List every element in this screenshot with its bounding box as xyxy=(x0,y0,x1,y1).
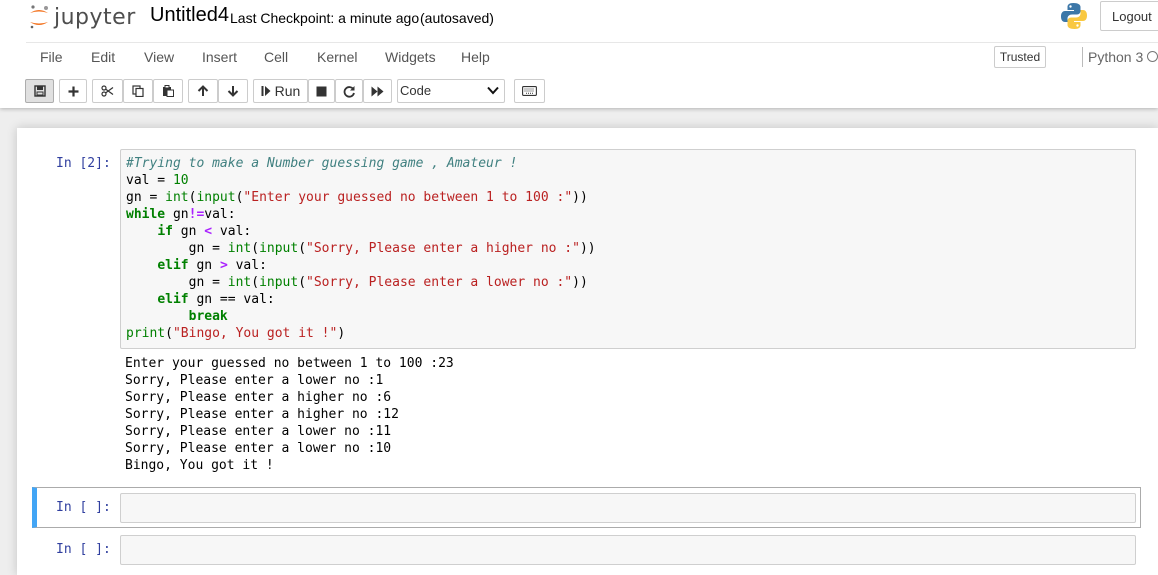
run-icon xyxy=(261,86,271,96)
code-line: break xyxy=(188,309,228,324)
run-label: Run xyxy=(274,83,301,99)
menu-help[interactable]: Help xyxy=(461,49,490,65)
menubar xyxy=(26,42,1158,73)
code-line: #Trying to make a Number guessing game ,… xyxy=(126,156,518,171)
cut-button[interactable] xyxy=(92,79,123,103)
python-icon xyxy=(1059,1,1089,36)
code-line: val = 10 xyxy=(126,173,189,188)
menu-view[interactable]: View xyxy=(144,49,174,65)
plus-icon xyxy=(68,86,78,96)
cell-type-select[interactable]: Code xyxy=(397,79,505,103)
chevron-down-icon xyxy=(487,86,499,95)
code-line: elif gn == val: xyxy=(157,292,275,307)
arrow-down-icon xyxy=(227,86,239,97)
cell-2-code-editor[interactable] xyxy=(120,493,1136,523)
kernel-name[interactable]: Python 3 xyxy=(1088,49,1143,65)
cell-3-code-editor[interactable] xyxy=(120,535,1136,565)
jupyter-logo[interactable]: jupyter xyxy=(28,2,136,32)
output-line: Sorry, Please enter a lower no :11 xyxy=(125,424,392,439)
notebook-header: jupyter Untitled4 Last Checkpoint: a min… xyxy=(0,0,1158,108)
code-line: gn = int(input("Sorry, Please enter a lo… xyxy=(126,275,588,290)
code-line: gn = int(input("Enter your guessed no be… xyxy=(126,190,588,205)
paste-icon xyxy=(163,85,174,97)
paste-button[interactable] xyxy=(153,79,183,103)
arrow-up-icon xyxy=(197,85,209,96)
restart-icon xyxy=(343,85,355,98)
menu-cell[interactable]: Cell xyxy=(264,49,288,65)
menu-kernel[interactable]: Kernel xyxy=(317,49,357,65)
output-line: Enter your guessed no between 1 to 100 :… xyxy=(125,356,454,371)
output-line: Sorry, Please enter a higher no :12 xyxy=(125,407,399,422)
kernel-idle-icon xyxy=(1147,51,1158,62)
cut-icon xyxy=(101,85,114,97)
run-button[interactable]: Run xyxy=(253,79,308,103)
autosave-status: (autosaved) xyxy=(420,10,494,26)
copy-button[interactable] xyxy=(123,79,153,103)
save-icon xyxy=(33,85,46,97)
cell-3-prompt: In [ ]: xyxy=(56,542,111,557)
trusted-indicator[interactable]: Trusted xyxy=(994,46,1046,68)
restart-button[interactable] xyxy=(335,79,363,103)
cell-1-output: Enter your guessed no between 1 to 100 :… xyxy=(125,355,454,474)
keyboard-icon xyxy=(522,86,537,96)
output-line: Sorry, Please enter a lower no :1 xyxy=(125,373,384,388)
restart-run-all-button[interactable] xyxy=(363,79,392,103)
move-up-button[interactable] xyxy=(188,79,218,103)
jupyter-wordmark: jupyter xyxy=(54,4,136,30)
cell-type-value: Code xyxy=(400,83,432,98)
interrupt-button[interactable] xyxy=(308,79,335,103)
kernel-separator xyxy=(1082,47,1083,67)
fast-forward-icon xyxy=(371,86,384,96)
copy-icon xyxy=(132,85,144,97)
menu-widgets[interactable]: Widgets xyxy=(385,49,436,65)
menu-insert[interactable]: Insert xyxy=(202,49,237,65)
cell-1-prompt: In [2]: xyxy=(56,156,111,171)
checkpoint-status: Last Checkpoint: a minute ago xyxy=(230,10,420,26)
code-line: if gn < val: xyxy=(157,224,252,239)
insert-cell-button[interactable] xyxy=(59,79,87,103)
code-line: print("Bingo, You got it !") xyxy=(126,326,346,341)
menu-edit[interactable]: Edit xyxy=(91,49,115,65)
code-line: elif gn > val: xyxy=(157,258,267,273)
cell-1-code: #Trying to make a Number guessing game ,… xyxy=(126,155,596,342)
output-line: Sorry, Please enter a higher no :6 xyxy=(125,390,392,405)
command-palette-button[interactable] xyxy=(514,79,545,103)
menu-file[interactable]: File xyxy=(40,49,63,65)
stop-icon xyxy=(316,86,327,96)
output-line: Sorry, Please enter a lower no :10 xyxy=(125,441,392,456)
code-line: gn = int(input("Sorry, Please enter a hi… xyxy=(126,241,596,256)
save-button[interactable] xyxy=(25,79,54,103)
output-line: Bingo, You got it ! xyxy=(125,458,274,473)
cell-2-prompt: In [ ]: xyxy=(56,500,111,515)
jupyter-logo-icon xyxy=(30,5,48,29)
notebook-name[interactable]: Untitled4 xyxy=(150,4,229,27)
logout-button[interactable]: Logout xyxy=(1100,1,1158,31)
code-line: while gn!=val: xyxy=(126,207,236,222)
move-down-button[interactable] xyxy=(218,79,248,103)
